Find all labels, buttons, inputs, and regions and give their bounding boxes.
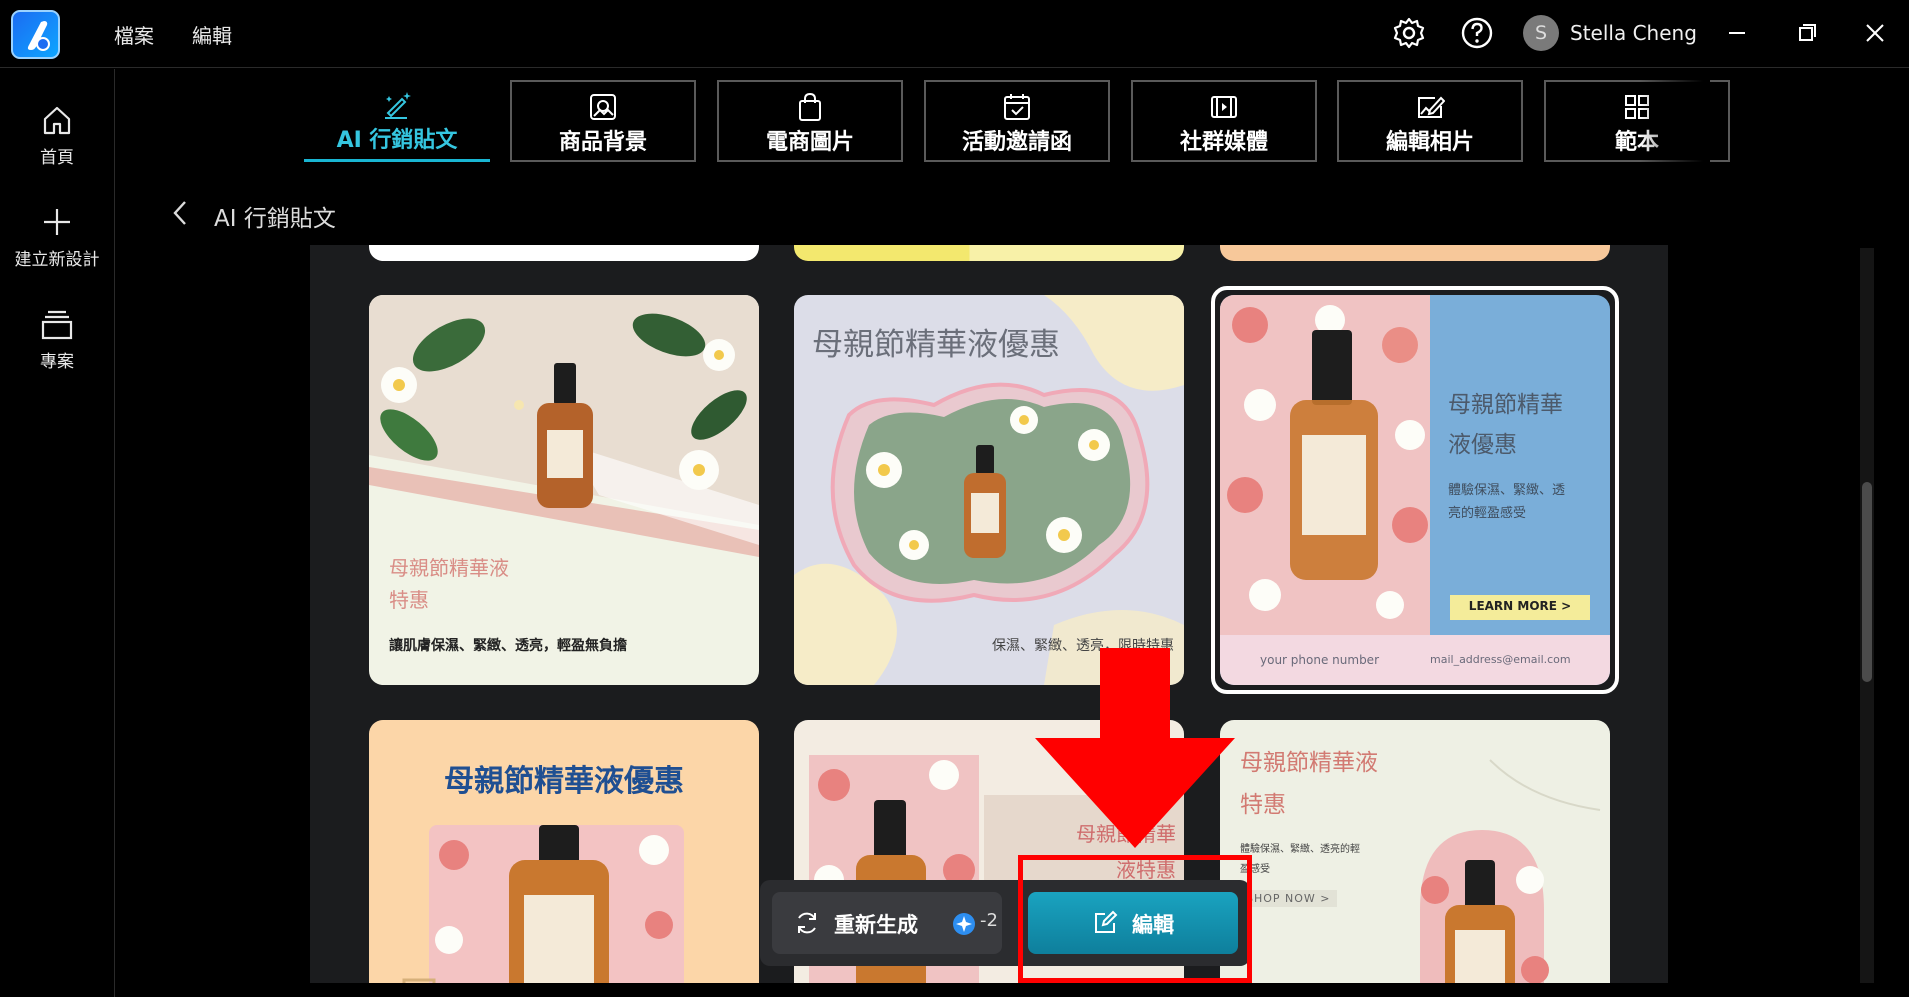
menu-file[interactable]: 檔案	[114, 20, 154, 49]
card-3-body-line2: 亮的輕盈感受	[1448, 506, 1527, 521]
shopping-bag-icon	[799, 92, 821, 121]
minimize-icon[interactable]	[1722, 18, 1752, 48]
left-sidebar: 首頁 建立新設計 專案	[0, 69, 115, 997]
design-card-3[interactable]: 母親節精華 液優惠 體驗保濕、緊緻、透 亮的輕盈感受 LEARN MORE > …	[1220, 295, 1610, 685]
card-6-body-line2: 盈感受	[1240, 864, 1270, 875]
design-card-1[interactable]: 母親節精華液 特惠 讓肌膚保濕、緊緻、透亮，輕盈無負擔	[369, 295, 759, 685]
menu-edit[interactable]: 編輯	[192, 20, 232, 49]
card-4-title: 母親節精華液優惠	[444, 764, 684, 799]
card-3-body-line1: 體驗保濕、緊緻、透	[1448, 483, 1566, 498]
tab-product-background[interactable]: 商品背景	[510, 80, 696, 162]
sidebar-item-home[interactable]: 首頁	[0, 103, 114, 168]
magic-pen-icon	[385, 92, 411, 119]
card-3-title-line2: 液優惠	[1448, 432, 1517, 458]
tab-event-invitation[interactable]: 活動邀請函	[924, 80, 1110, 162]
tab-label: 商品背景	[558, 130, 647, 155]
title-bar: 檔案 編輯 S Stella Cheng	[0, 0, 1909, 68]
restore-icon[interactable]	[1792, 18, 1822, 48]
settings-gear-icon[interactable]	[1392, 16, 1426, 50]
card-3-title-line1: 母親節精華	[1448, 392, 1563, 418]
stack-icon	[41, 310, 73, 340]
card-3-email: mail_address@email.com	[1430, 653, 1571, 666]
card-1-artwork	[369, 295, 759, 557]
sidebar-label-new-design: 建立新設計	[14, 250, 100, 270]
card-partial-1[interactable]	[369, 245, 759, 261]
card-partial-2[interactable]	[794, 245, 1184, 261]
film-icon	[1211, 96, 1237, 118]
regenerate-button[interactable]: 重新生成 -2	[772, 892, 1002, 954]
card-1-tagline: 讓肌膚保濕、緊緻、透亮，輕盈無負擔	[389, 638, 627, 654]
page-title: AI 行銷貼文	[214, 206, 336, 232]
regenerate-label: 重新生成	[834, 913, 918, 937]
sidebar-label-home: 首頁	[40, 148, 74, 168]
app-logo-icon	[27, 21, 50, 51]
edit-photo-icon	[1418, 96, 1445, 118]
app-logo[interactable]	[11, 10, 60, 59]
home-icon	[43, 106, 71, 135]
tab-ai-marketing-post[interactable]: AI 行銷貼文	[304, 80, 490, 162]
design-card-2[interactable]: 母親節精華液優惠 保濕、緊緻、透亮，限時特惠	[794, 295, 1184, 685]
credit-cost: -2	[980, 910, 998, 931]
tab-label: AI 行銷貼文	[336, 128, 458, 153]
card-partial-3[interactable]	[1220, 245, 1610, 261]
annotation-highlight-box	[1018, 855, 1252, 983]
credit-icon	[953, 913, 975, 935]
calendar-icon	[1004, 94, 1030, 120]
design-card-4[interactable]: 母親節精華液優惠	[369, 720, 759, 983]
back-chevron-icon[interactable]	[170, 198, 192, 228]
card-6-title-line1: 母親節精華液	[1240, 750, 1378, 776]
card-3-phone: your phone number	[1260, 653, 1379, 667]
plus-icon	[44, 209, 70, 235]
design-card-6[interactable]: 母親節精華液 特惠 體驗保濕、緊緻、透亮的輕 盈感受 SHOP NOW >	[1220, 720, 1610, 983]
card-3-cta: LEARN MORE >	[1468, 599, 1572, 613]
photo-frame-icon	[590, 94, 616, 120]
tab-label: 電商圖片	[765, 130, 854, 155]
refresh-icon	[798, 912, 816, 934]
sidebar-label-projects: 專案	[40, 352, 74, 372]
results-gallery: 母親節精華液 特惠 讓肌膚保濕、緊緻、透亮，輕盈無負擔 母親節精華液優惠 保濕、…	[310, 245, 1668, 983]
sidebar-item-projects[interactable]: 專案	[0, 307, 114, 372]
tab-social-media[interactable]: 社群媒體	[1131, 80, 1317, 162]
sidebar-item-new-design[interactable]: 建立新設計	[0, 205, 114, 270]
tabs-scroll-fade	[1640, 78, 1710, 164]
tab-edit-photo[interactable]: 編輯相片	[1337, 80, 1523, 162]
card-6-body-line1: 體驗保濕、緊緻、透亮的輕	[1240, 844, 1360, 855]
tab-label: 社群媒體	[1179, 130, 1268, 155]
card-1-title-line1: 母親節精華液	[389, 556, 509, 580]
annotation-arrow-icon	[1035, 648, 1235, 848]
card-1-title-line2: 特惠	[389, 588, 429, 612]
user-name[interactable]: Stella Cheng	[1570, 21, 1697, 45]
card-2-title: 母親節精華液優惠	[812, 327, 1060, 363]
help-icon[interactable]	[1460, 16, 1494, 50]
gallery-scrollbar-thumb[interactable]	[1862, 482, 1872, 682]
avatar[interactable]: S	[1523, 15, 1559, 51]
tab-ecommerce-images[interactable]: 電商圖片	[717, 80, 903, 162]
tab-label: 活動邀請函	[961, 130, 1072, 155]
tab-label: 編輯相片	[1385, 130, 1474, 155]
close-icon[interactable]	[1860, 18, 1890, 48]
card-6-cta: SHOP NOW >	[1240, 890, 1337, 907]
card-6-title-line2: 特惠	[1240, 792, 1286, 818]
